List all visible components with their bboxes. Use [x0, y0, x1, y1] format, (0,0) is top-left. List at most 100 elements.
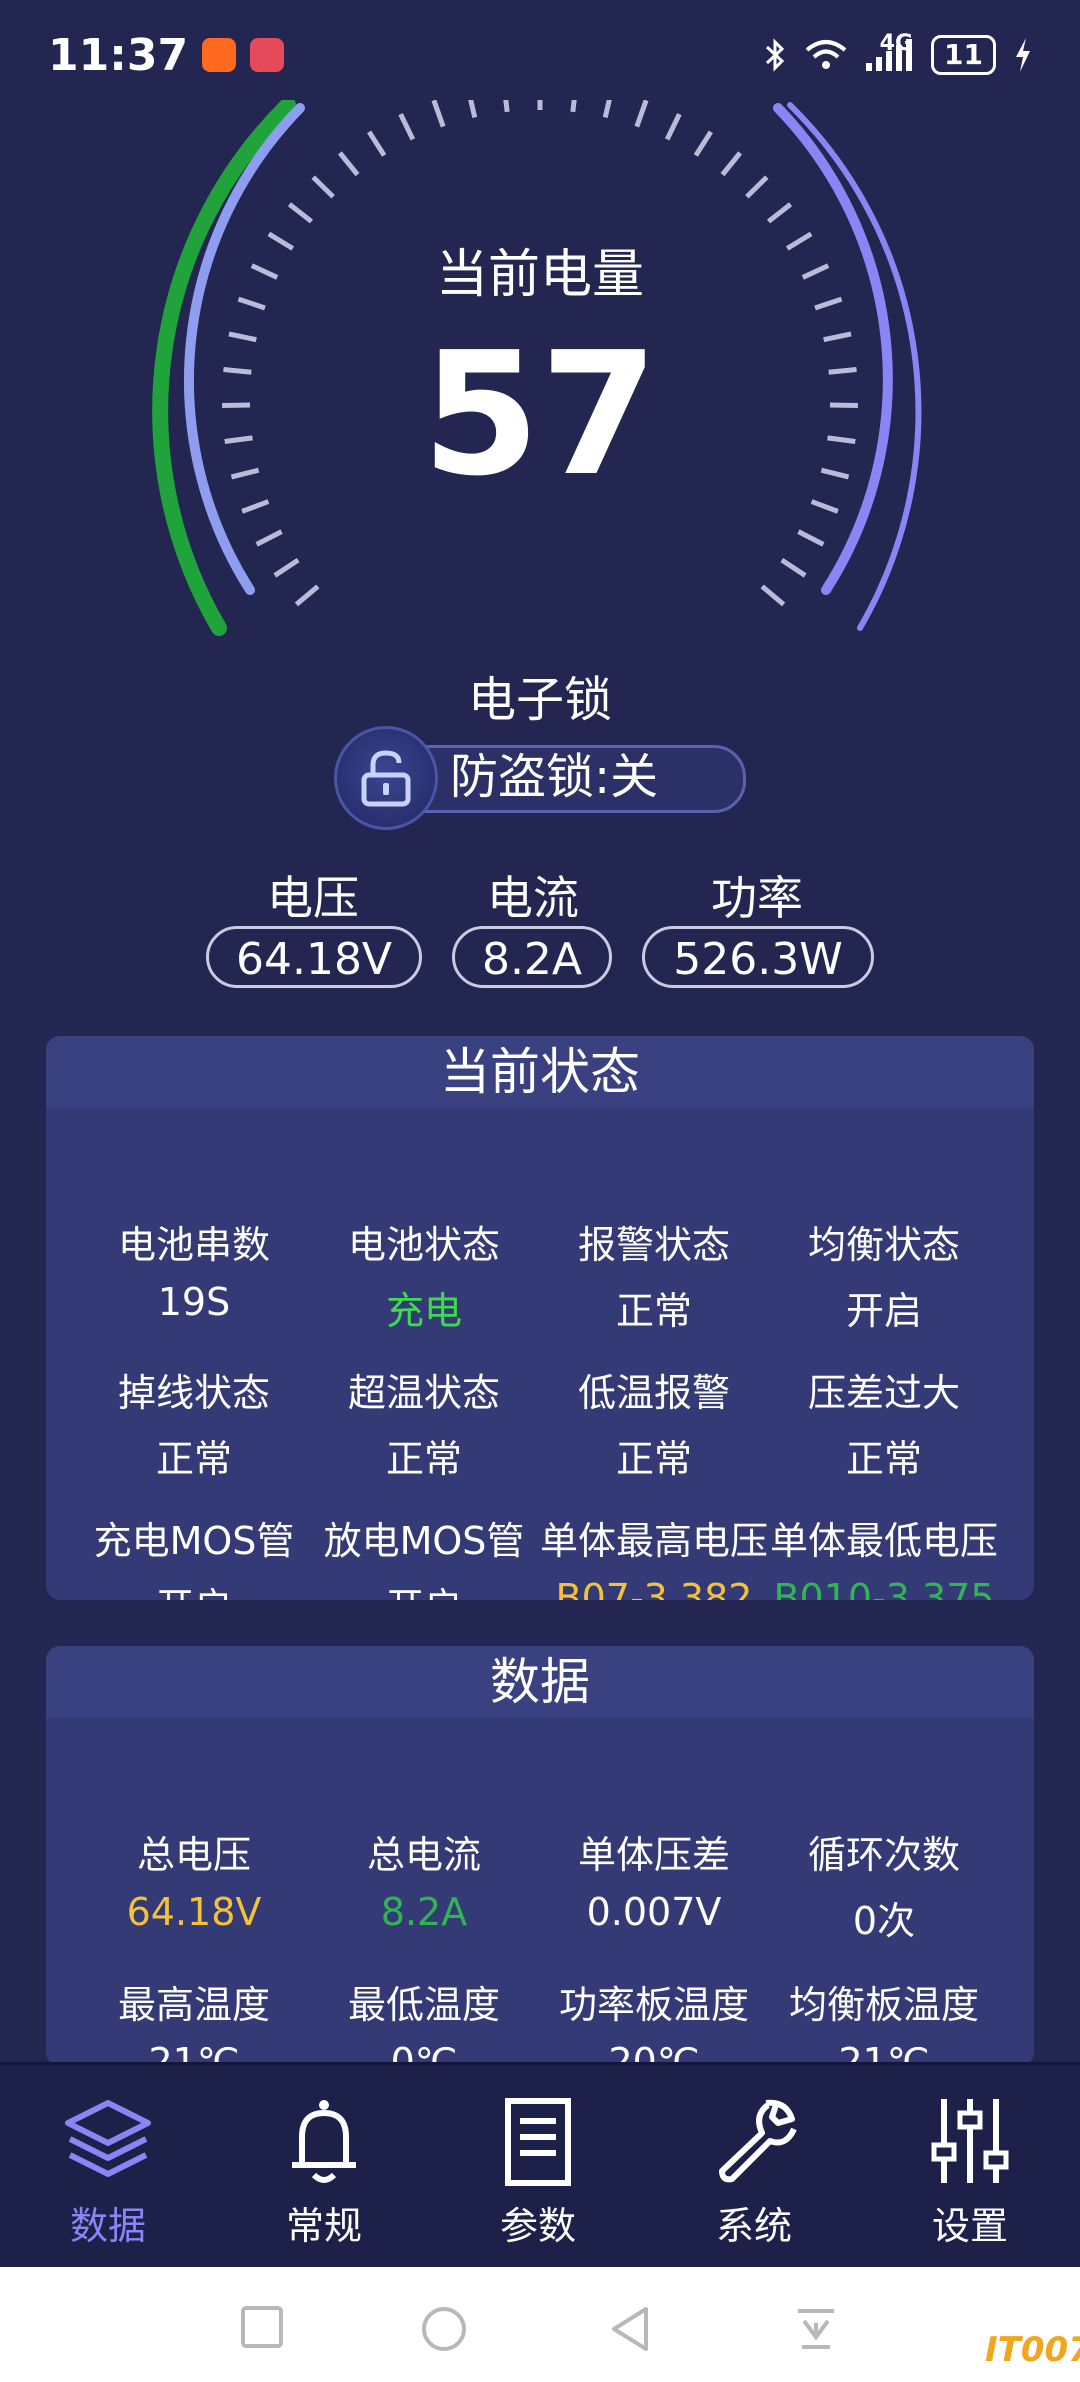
gauge-tick — [720, 151, 743, 177]
bell-icon — [292, 2100, 356, 2183]
data-item-label: 循环次数 — [807, 1833, 960, 1877]
status-item-label: 单体最低电压 — [769, 1519, 998, 1563]
wrench-icon — [719, 2099, 797, 2183]
tab-general-label: 常规 — [285, 2204, 362, 2248]
recent-apps-icon[interactable] — [240, 2305, 284, 2349]
app-notification-icon — [202, 38, 237, 72]
status-item-label: 压差过大 — [807, 1371, 960, 1415]
layers-icon — [65, 2100, 151, 2177]
status-item-value: 正常 — [385, 1437, 462, 1481]
status-item-value: 开启 — [294, 1576, 554, 1600]
status-item-label: 超温状态 — [347, 1371, 500, 1415]
wifi-icon — [805, 40, 846, 69]
unlock-icon — [361, 750, 411, 807]
system-nav-bar — [0, 2267, 1080, 2382]
tab-system-label: 系统 — [715, 2204, 792, 2248]
status-item-value: B07-3.382 — [555, 1576, 753, 1600]
gauge-tick — [287, 202, 314, 224]
gauge-tick — [398, 113, 416, 141]
data-item-value: 8.2A — [380, 1890, 468, 1934]
status-bar: 11:37 4G 11 — [0, 0, 1080, 110]
gauge-tick — [780, 557, 807, 578]
status-item-value: B010-3.375 — [773, 1576, 995, 1600]
tab-params-label: 参数 — [499, 2204, 576, 2248]
status-item-label: 报警状态 — [577, 1223, 730, 1267]
notification-pull-icon[interactable] — [794, 2305, 838, 2353]
tab-data[interactable]: 数据 — [28, 2093, 188, 2250]
status-item-label: 电池状态 — [347, 1223, 500, 1267]
gauge-tick — [693, 130, 713, 157]
gauge-tick — [241, 499, 270, 514]
status-item-value: 充电 — [385, 1289, 462, 1333]
data-item-label: 均衡板温度 — [788, 1983, 979, 2027]
gauge-tick — [337, 151, 360, 177]
lock-status-text: 防盗锁:关 — [450, 749, 659, 805]
gauge-tick — [255, 529, 283, 547]
battery-indicator: 11 — [931, 35, 996, 75]
document-icon — [505, 2098, 571, 2186]
data-item-label: 功率板温度 — [558, 1983, 749, 2027]
voltage-value: 64.18V — [206, 926, 422, 988]
tab-data-label: 数据 — [69, 2204, 146, 2248]
gauge-tick — [570, 100, 577, 113]
data-item-label: 最高温度 — [117, 1983, 270, 2027]
status-item-label: 充电MOS管 — [93, 1519, 295, 1563]
gauge-tick — [367, 130, 387, 157]
tab-general[interactable]: 常规 — [244, 2093, 404, 2250]
gauge-tick — [602, 100, 612, 118]
data-item-label: 单体压差 — [577, 1833, 730, 1877]
status-panel: 当前状态 电池串数 19S 电池状态 充电 报警状态 正常 均衡状态 开启 掉线状态 正常 超温状态… — [46, 1036, 1034, 1600]
status-item-label: 均衡状态 — [807, 1223, 960, 1267]
sliders-icon — [931, 2099, 1009, 2183]
status-item-value: 19S — [157, 1280, 231, 1324]
status-item-value: 开启 — [845, 1289, 922, 1333]
current-label: 电流 — [487, 871, 579, 925]
data-item-value: 0次 — [852, 1899, 916, 1943]
status-time: 11:37 — [48, 29, 189, 81]
gauge-tick — [760, 584, 786, 607]
network-type: 4G — [879, 30, 914, 56]
voltage-label: 电压 — [267, 871, 359, 925]
status-item-value: 正常 — [615, 1289, 692, 1333]
tab-system[interactable]: 系统 — [674, 2093, 834, 2250]
gauge-tick — [311, 175, 335, 199]
gauge-tick — [810, 499, 839, 514]
lock-section-title: 电子锁 — [467, 672, 612, 728]
gauge-tick — [745, 175, 769, 199]
battery-level-value: 57 — [421, 316, 659, 514]
gauge-tick — [634, 100, 649, 128]
status-item-label: 单体最高电压 — [539, 1519, 768, 1563]
power-value: 526.3W — [642, 926, 874, 988]
home-icon[interactable] — [420, 2305, 468, 2353]
data-item-label: 总电压 — [136, 1833, 251, 1877]
gauge-tick — [797, 529, 825, 547]
status-item-label: 电池串数 — [117, 1223, 270, 1267]
status-item-value: 正常 — [615, 1437, 692, 1481]
status-panel-title: 当前状态 — [46, 1036, 1034, 1108]
data-item-value: 64.18V — [126, 1890, 262, 1934]
status-item-label: 掉线状态 — [117, 1371, 270, 1415]
status-item-value: 正常 — [845, 1437, 922, 1481]
gauge-tick — [431, 100, 446, 128]
tab-settings[interactable]: 设置 — [890, 2093, 1050, 2250]
data-item-label: 总电流 — [366, 1833, 481, 1877]
tab-settings-label: 设置 — [931, 2204, 1008, 2248]
lock-toggle-button[interactable] — [334, 726, 438, 830]
gauge-tick — [468, 100, 478, 118]
watermark: IT007 — [985, 2330, 1080, 2370]
status-item-value: 开启 — [64, 1576, 324, 1600]
app-notification-icon — [250, 38, 285, 72]
gauge-tick — [503, 100, 510, 113]
back-icon[interactable] — [608, 2305, 652, 2353]
status-item-value: 正常 — [155, 1437, 232, 1481]
bottom-tab-bar: 数据 常规 参数 系统 设置 — [0, 2062, 1080, 2270]
data-item-value: 0.007V — [586, 1890, 722, 1934]
power-label: 功率 — [711, 871, 803, 925]
gauge-tick — [664, 113, 682, 141]
data-panel: 数据 总电压 64.18V 总电流 8.2A 单体压差 0.007V 循环次数 0次 最高温度 2… — [46, 1646, 1034, 2066]
tab-params[interactable]: 参数 — [458, 2093, 618, 2250]
gauge-tick — [273, 557, 300, 578]
gauge-tick — [766, 202, 793, 224]
data-panel-title: 数据 — [46, 1646, 1034, 1718]
current-value: 8.2A — [452, 926, 612, 988]
